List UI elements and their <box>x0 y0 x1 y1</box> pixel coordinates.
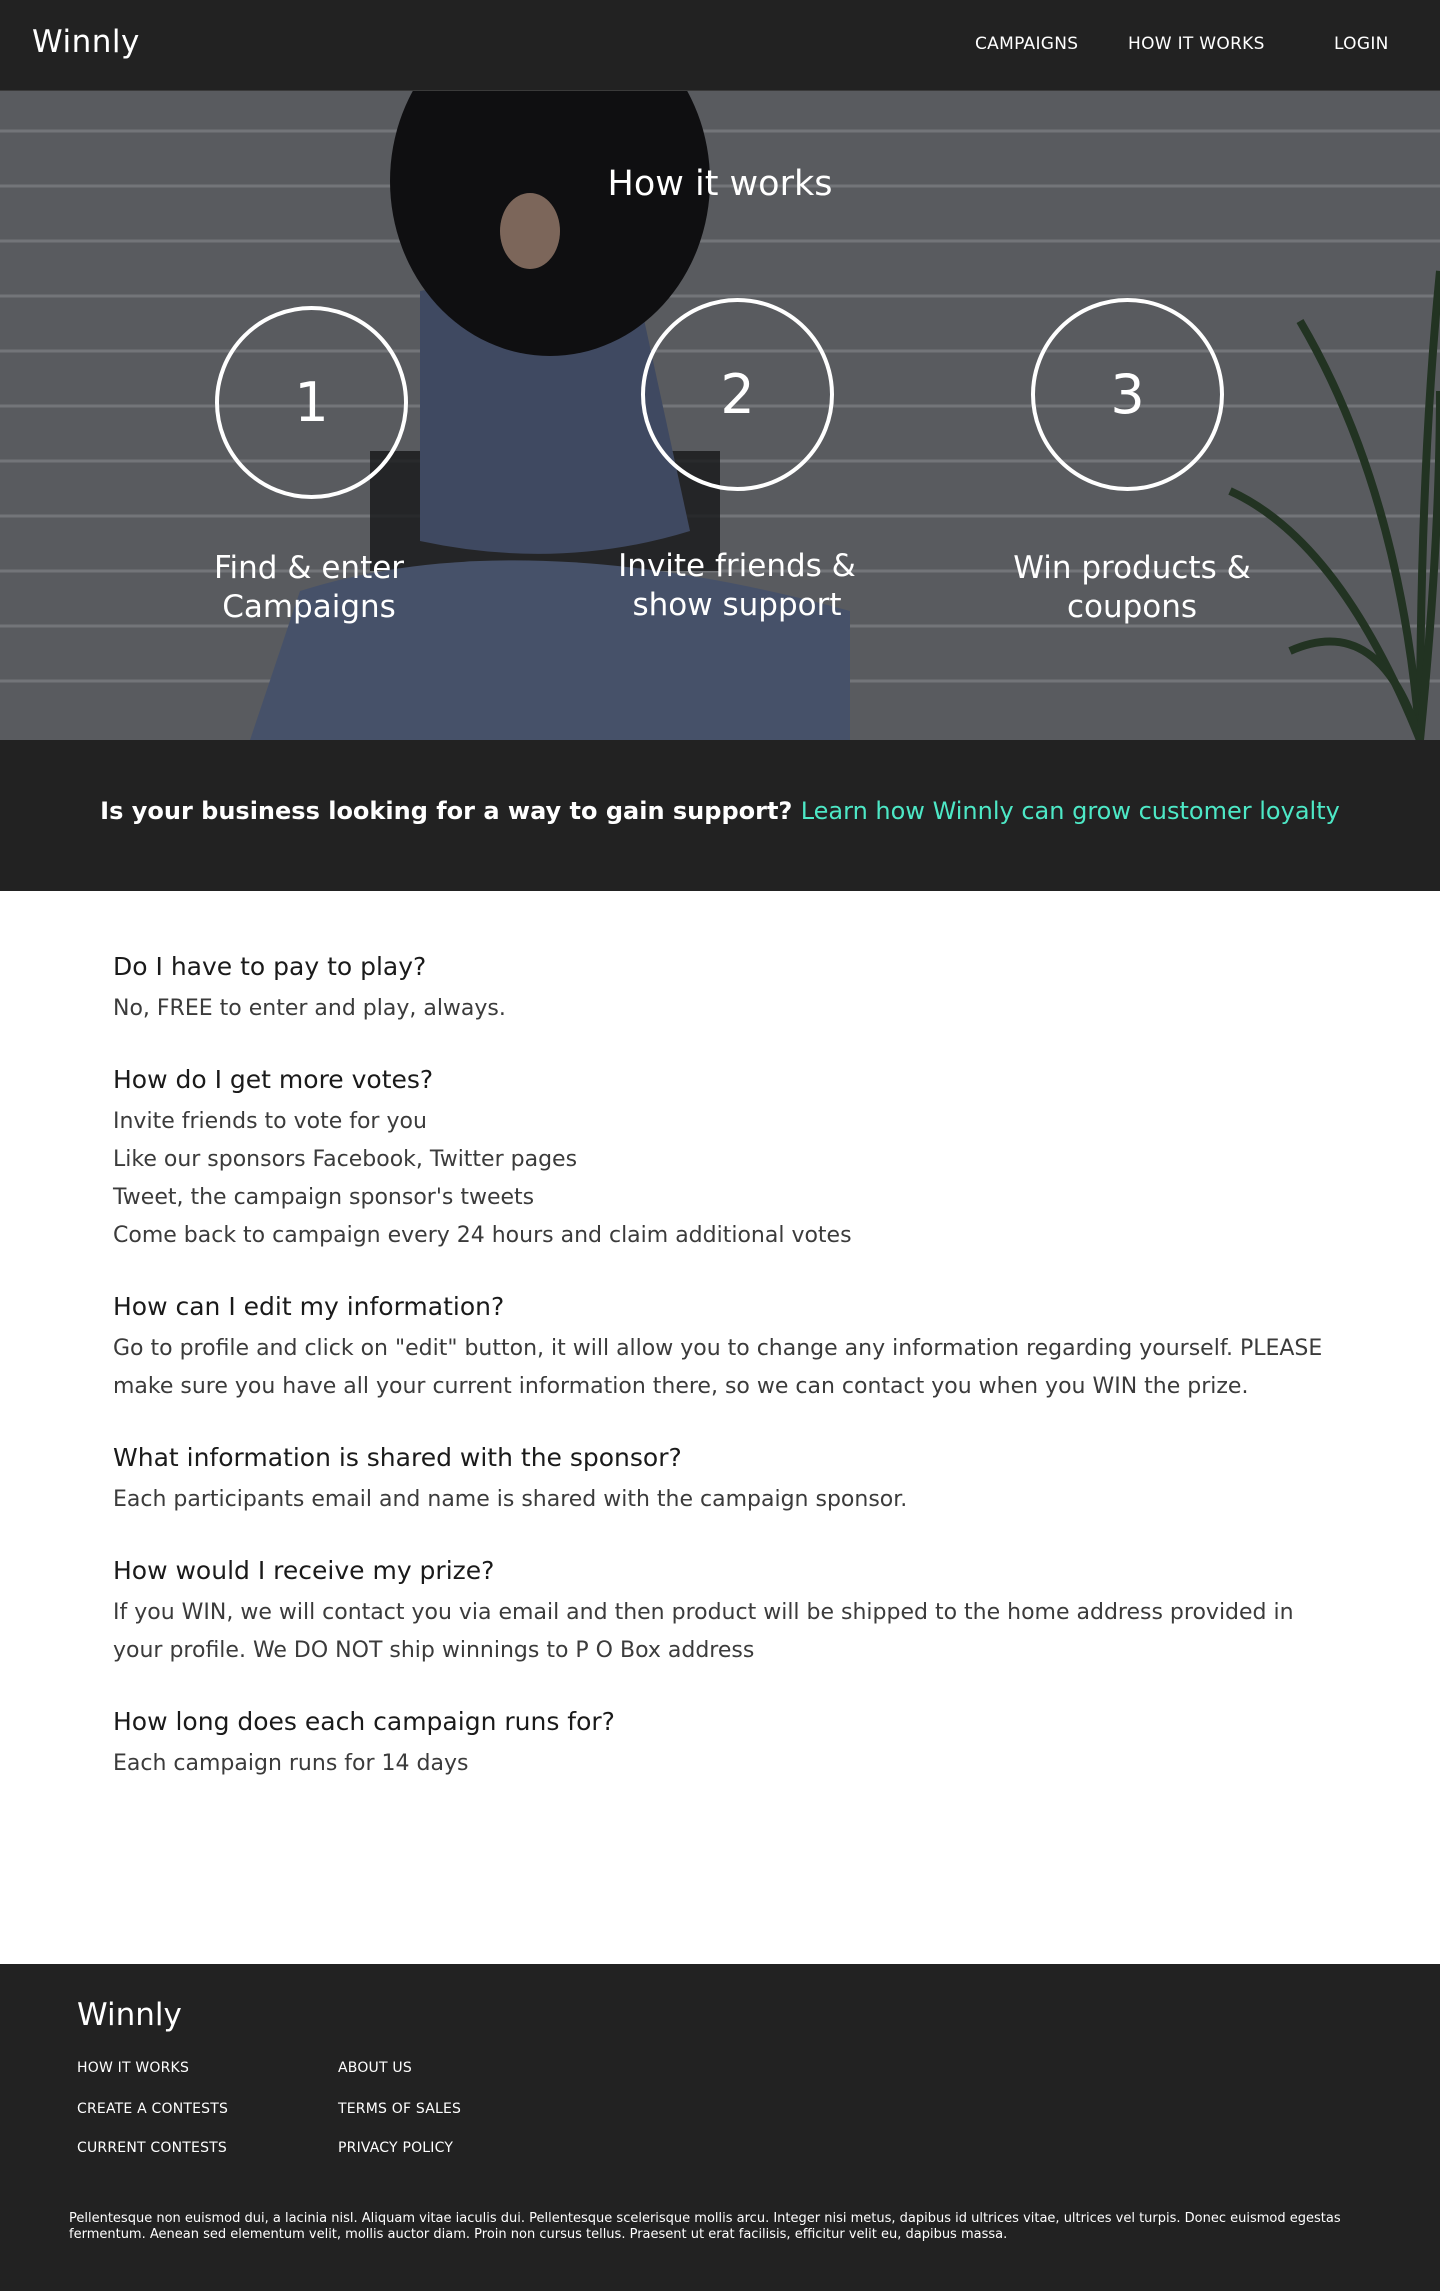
business-question: Is your business looking for a way to ga… <box>100 797 793 825</box>
step-3-number: 3 <box>1110 363 1145 426</box>
footer-brand-logo[interactable]: Winnly <box>77 1997 182 2033</box>
faq-item: How do I get more votes? Invite friends … <box>113 1063 1333 1255</box>
faq-item: How can I edit my information? Go to pro… <box>113 1290 1333 1406</box>
hero-title: How it works <box>607 164 833 204</box>
step-1-caption-line2: Campaigns <box>222 589 396 625</box>
footer: Winnly HOW IT WORKS CREATE A CONTESTS CU… <box>0 1964 1440 2291</box>
faq-item: What information is shared with the spon… <box>113 1441 1333 1519</box>
step-2-number: 2 <box>720 363 755 426</box>
footer-link-terms-of-sales[interactable]: TERMS OF SALES <box>338 2101 461 2117</box>
step-3-caption: Win products & coupons <box>982 549 1282 627</box>
faq-question: How do I get more votes? <box>113 1065 434 1094</box>
step-2-caption: Invite friends & show support <box>587 547 887 625</box>
faq-question: How long does each campaign runs for? <box>113 1707 615 1736</box>
faq-answer: If you WIN, we will contact you via emai… <box>113 1600 1294 1663</box>
business-learn-more-link[interactable]: Learn how Winnly can grow customer loyal… <box>801 797 1340 825</box>
step-1-caption-line1: Find & enter <box>213 550 405 586</box>
faq-section: Do I have to pay to play? No, FREE to en… <box>113 950 1333 1818</box>
faq-question: How would I receive my prize? <box>113 1556 495 1585</box>
faq-answer: Like our sponsors Facebook, Twitter page… <box>113 1147 578 1172</box>
step-3-caption-line1: Win products & <box>1013 550 1251 586</box>
faq-answer: Each campaign runs for 14 days <box>113 1751 469 1776</box>
business-banner-text: Is your business looking for a way to ga… <box>0 797 1440 825</box>
faq-answer: Each participants email and name is shar… <box>113 1487 908 1512</box>
faq-item: Do I have to pay to play? No, FREE to en… <box>113 950 1333 1028</box>
faq-question: Do I have to pay to play? <box>113 952 427 981</box>
nav-how-it-works[interactable]: HOW IT WORKS <box>1128 34 1265 54</box>
nav-campaigns[interactable]: CAMPAIGNS <box>975 34 1078 54</box>
faq-question: How can I edit my information? <box>113 1292 505 1321</box>
faq-question: What information is shared with the spon… <box>113 1443 682 1472</box>
step-2-circle: 2 <box>641 298 834 491</box>
faq-answer: Tweet, the campaign sponsor's tweets <box>113 1185 535 1210</box>
footer-copy-text: Pellentesque non euismod dui, a lacinia … <box>69 2211 1341 2242</box>
faq-item: How would I receive my prize? If you WIN… <box>113 1554 1333 1670</box>
nav-login[interactable]: LOGIN <box>1334 34 1389 54</box>
footer-link-create-contests[interactable]: CREATE A CONTESTS <box>77 2101 228 2117</box>
step-1-number: 1 <box>294 371 329 434</box>
faq-item: How long does each campaign runs for? Ea… <box>113 1705 1333 1783</box>
step-1-circle: 1 <box>215 306 408 499</box>
faq-answer: Come back to campaign every 24 hours and… <box>113 1223 852 1248</box>
step-3-caption-line2: coupons <box>1066 589 1198 625</box>
footer-link-about-us[interactable]: ABOUT US <box>338 2060 412 2076</box>
faq-answer: Invite friends to vote for you <box>113 1109 427 1134</box>
step-1-caption: Find & enter Campaigns <box>159 549 459 627</box>
faq-answer: No, FREE to enter and play, always. <box>113 996 506 1021</box>
faq-answer: Go to profile and click on "edit" button… <box>113 1336 1323 1399</box>
footer-link-how-it-works[interactable]: HOW IT WORKS <box>77 2060 189 2076</box>
step-2-caption-line1: Invite friends & <box>618 548 856 584</box>
brand-logo[interactable]: Winnly <box>32 24 140 60</box>
step-2-caption-line2: show support <box>632 587 842 623</box>
business-banner: Is your business looking for a way to ga… <box>0 740 1440 891</box>
top-navbar: Winnly CAMPAIGNS HOW IT WORKS LOGIN <box>0 0 1440 91</box>
footer-link-current-contests[interactable]: CURRENT CONTESTS <box>77 2140 227 2156</box>
footer-link-privacy-policy[interactable]: PRIVACY POLICY <box>338 2140 453 2156</box>
step-3-circle: 3 <box>1031 298 1224 491</box>
hero-section: How it works 1 2 3 Find & enter Campaign… <box>0 91 1440 740</box>
